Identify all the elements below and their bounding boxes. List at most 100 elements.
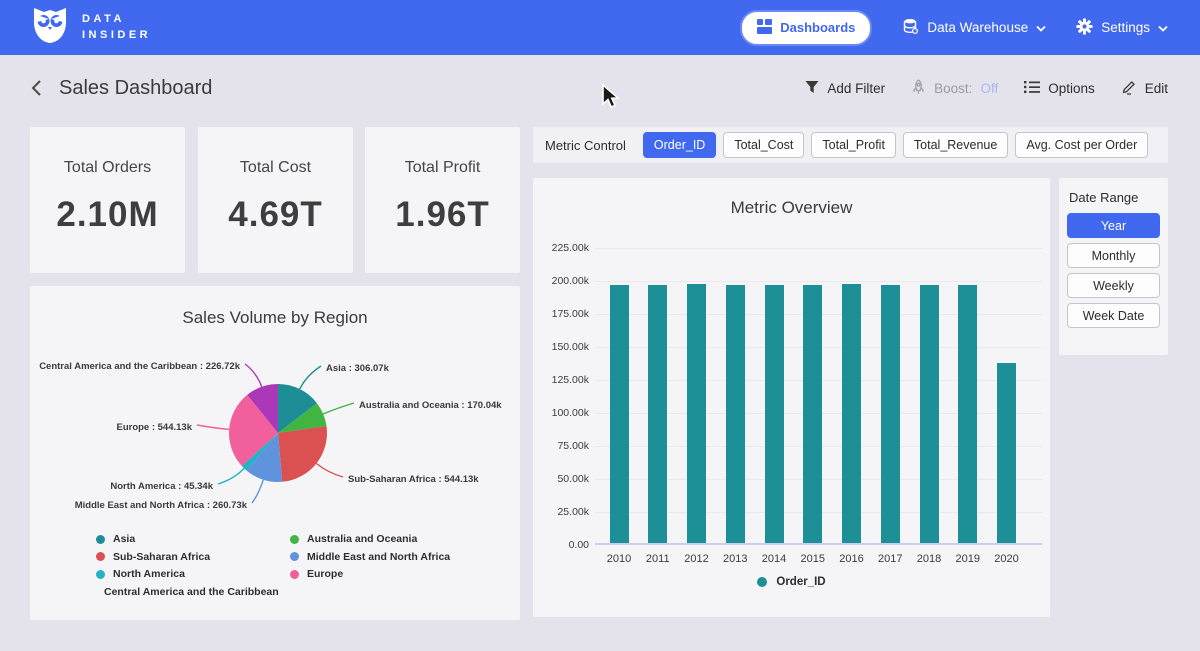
nav-settings[interactable]: Settings [1076, 18, 1168, 38]
bar-2017[interactable] [881, 285, 900, 543]
bar-2018[interactable] [920, 285, 939, 543]
bar-2020[interactable] [997, 363, 1016, 543]
x-tick-label: 2010 [599, 553, 639, 565]
x-tick-label: 2011 [638, 553, 678, 565]
metric-option-total-revenue[interactable]: Total_Revenue [903, 132, 1008, 158]
bar-2016[interactable] [842, 284, 861, 543]
date-range-label: Date Range [1069, 190, 1160, 205]
date-range-buttons: Year Monthly Weekly Week Date [1067, 213, 1160, 328]
nav-dashboards-button[interactable]: Dashboards [740, 10, 872, 46]
legend-item-north-america[interactable]: North America [96, 568, 262, 580]
legend-dot [96, 570, 105, 579]
x-tick-label: 2019 [948, 553, 988, 565]
legend-item-australia-and-oceania[interactable]: Australia and Oceania [290, 533, 450, 545]
pie-leader-line [252, 480, 263, 503]
pie-slice-sub-saharan-africa[interactable] [278, 426, 327, 482]
pie-label: Central America and the Caribbean : 226.… [39, 361, 241, 372]
metric-option-total-cost[interactable]: Total_Cost [723, 132, 804, 158]
kpi-card-total-cost: Total Cost 4.69T [198, 127, 353, 273]
legend-item-sub-saharan-africa[interactable]: Sub-Saharan Africa [96, 551, 262, 563]
pie-label: North America : 45.34k [110, 481, 213, 492]
gridline [595, 248, 1042, 249]
pie-label: Sub-Saharan Africa : 544.13k [348, 474, 479, 485]
bar-2013[interactable] [726, 285, 745, 543]
gridline [595, 281, 1042, 282]
legend-item-europe[interactable]: Europe [290, 568, 450, 580]
metric-option-avg-cost-per-order[interactable]: Avg. Cost per Order [1015, 132, 1148, 158]
kpi-card-total-profit: Total Profit 1.96T [365, 127, 520, 273]
pie-leader-line [245, 364, 262, 387]
bar-2019[interactable] [958, 285, 977, 543]
bar-2014[interactable] [765, 285, 784, 543]
bar-2011[interactable] [648, 285, 667, 543]
add-filter-button[interactable]: Add Filter [805, 80, 885, 97]
x-tick-label: 2020 [987, 553, 1027, 565]
legend-label: Middle East and North Africa [307, 551, 450, 563]
date-range-weekly[interactable]: Weekly [1067, 273, 1160, 298]
legend-item-asia[interactable]: Asia [96, 533, 262, 545]
x-tick-label: 2018 [909, 553, 949, 565]
kpi-value: 1.96T [365, 195, 520, 235]
nav-settings-label: Settings [1101, 20, 1150, 35]
metric-option-total-profit[interactable]: Total_Profit [811, 132, 896, 158]
legend-dot [290, 552, 299, 561]
y-tick-label: 75.00k [535, 440, 589, 452]
x-tick-label: 2012 [677, 553, 717, 565]
y-tick-label: 50.00k [535, 473, 589, 485]
nav-data-warehouse[interactable]: Data Warehouse [902, 18, 1046, 38]
x-tick-label: 2017 [870, 553, 910, 565]
bar-2015[interactable] [803, 285, 822, 543]
bar-chart-legend: Order_ID [533, 576, 1050, 588]
y-tick-label: 150.00k [535, 341, 589, 353]
y-tick-label: 125.00k [535, 374, 589, 386]
legend-dot [96, 552, 105, 561]
pie-leader-line [316, 464, 343, 478]
metric-control-label: Metric Control [545, 138, 626, 153]
legend-dot [290, 570, 299, 579]
legend-dot [757, 577, 767, 587]
metric-overview-card: Metric Overview 225.00k200.00k175.00k150… [533, 178, 1050, 617]
kpi-label: Total Orders [30, 159, 185, 177]
date-range-year[interactable]: Year [1067, 213, 1160, 238]
kpi-label: Total Profit [365, 159, 520, 177]
legend-label: Asia [113, 533, 135, 545]
gear-icon [1076, 18, 1093, 38]
metric-option-order-id[interactable]: Order_ID [643, 132, 716, 158]
pie-chart-legend: Asia Sub-Saharan Africa North America Centr… [96, 533, 450, 598]
y-tick-label: 25.00k [535, 506, 589, 518]
pie-label: Australia and Oceania : 170.04k [359, 400, 502, 411]
date-range-monthly[interactable]: Monthly [1067, 243, 1160, 268]
boost-toggle[interactable]: Boost: Off [911, 79, 998, 98]
kpi-value: 2.10M [30, 195, 185, 235]
pie-label: Asia : 306.07k [326, 363, 390, 374]
list-options-icon [1024, 80, 1040, 97]
back-button[interactable] [30, 78, 43, 98]
dashboards-grid-icon [757, 19, 772, 37]
top-nav: DATA INSIDER Dashboards [0, 0, 1200, 55]
legend-item-middle-east-and-north-africa[interactable]: Middle East and North Africa [290, 551, 450, 563]
database-icon [902, 18, 919, 38]
date-range-week-date[interactable]: Week Date [1067, 303, 1160, 328]
options-button[interactable]: Options [1024, 80, 1095, 97]
bar-2010[interactable] [610, 285, 629, 543]
boost-state: Off [980, 81, 998, 96]
legend-label: Central America and the Caribbean [104, 586, 279, 598]
kpi-label: Total Cost [198, 159, 353, 177]
x-tick-label: 2013 [715, 553, 755, 565]
legend-label: North America [113, 568, 185, 580]
nav-dashboards-label: Dashboards [780, 20, 855, 35]
rocket-icon [911, 79, 926, 98]
edit-button[interactable]: Edit [1121, 79, 1168, 98]
kpi-card-total-orders: Total Orders 2.10M [30, 127, 185, 273]
legend-item-central-america-and-the-caribbean[interactable]: Central America and the Caribbean [96, 586, 262, 598]
owl-logo-icon [30, 6, 70, 49]
date-range-card: Date Range Year Monthly Weekly Week Date [1059, 178, 1168, 355]
bar-2012[interactable] [687, 284, 706, 543]
pencil-icon [1121, 79, 1137, 98]
y-tick-label: 100.00k [535, 407, 589, 419]
sales-volume-card: Sales Volume by Region Asia : 306.07kAus… [30, 286, 520, 620]
legend-label: Europe [307, 568, 343, 580]
brand-text: DATA INSIDER [82, 12, 151, 44]
x-tick-label: 2015 [793, 553, 833, 565]
metric-control-buttons: Order_ID Total_Cost Total_Profit Total_Reve… [643, 132, 1148, 158]
